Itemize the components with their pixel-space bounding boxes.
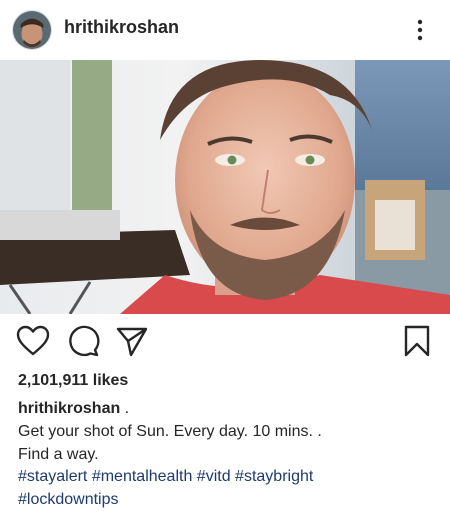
hashtag-list: #stayalert #mentalhealth #vitd #staybrig… — [18, 465, 438, 511]
hashtag[interactable]: #stayalert — [18, 468, 87, 485]
caption-text-2: Get your shot of Sun. Every day. 10 mins… — [18, 423, 322, 440]
comment-icon[interactable] — [66, 324, 100, 358]
send-icon[interactable] — [115, 324, 149, 358]
caption-line-1: hrithikroshan . — [18, 397, 438, 420]
post-header: hrithikroshan — [0, 0, 450, 60]
selfie-photo — [0, 60, 450, 314]
caption-text-3: Find a way. — [18, 446, 99, 463]
username[interactable]: hrithikroshan — [64, 17, 179, 38]
hashtag[interactable]: #lockdowntips — [18, 491, 119, 508]
hashtag[interactable]: #vitd — [197, 468, 231, 485]
like-count[interactable]: 2,101,911 likes — [18, 372, 128, 390]
post-photo[interactable] — [0, 60, 450, 314]
more-options-icon[interactable] — [410, 16, 430, 44]
action-bar — [0, 314, 450, 370]
post-caption: hrithikroshan . Get your shot of Sun. Ev… — [18, 397, 438, 466]
avatar-image — [13, 11, 51, 49]
hashtag[interactable]: #mentalhealth — [92, 468, 193, 485]
caption-text-1: . — [120, 400, 130, 417]
caption-username[interactable]: hrithikroshan — [18, 400, 120, 417]
heart-icon[interactable] — [16, 324, 50, 358]
avatar[interactable] — [12, 10, 52, 50]
hashtag[interactable]: #staybright — [235, 468, 313, 485]
bookmark-icon[interactable] — [400, 324, 434, 358]
